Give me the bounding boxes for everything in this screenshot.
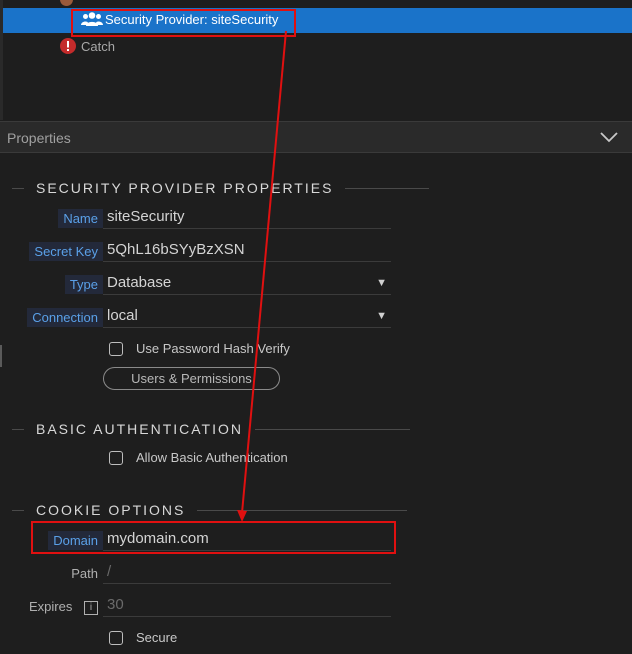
field-label: Secret Key: [29, 242, 103, 261]
section-title: SECURITY PROVIDER PROPERTIES: [36, 180, 334, 196]
expires-input[interactable]: 30: [103, 593, 391, 617]
field-label: Name: [58, 209, 103, 228]
checkbox-label: Use Password Hash Verify: [136, 341, 290, 356]
tree-item-label: Catch: [81, 38, 115, 54]
users-permissions-button[interactable]: Users & Permissions: [103, 367, 280, 390]
partial-node-icon: [60, 0, 73, 6]
field-label: Expires i: [24, 597, 103, 617]
secure-checkbox[interactable]: Secure: [109, 630, 177, 645]
checkbox-label: Allow Basic Authentication: [136, 450, 288, 465]
field-path: Path /: [0, 560, 400, 586]
field-expires: Expires i 30: [0, 593, 400, 619]
caret-down-icon: ▼: [376, 277, 387, 289]
field-label: Connection: [27, 308, 103, 327]
type-select[interactable]: Database ▼: [103, 271, 391, 295]
highlight-box-domain: [31, 521, 396, 554]
chevron-down-icon[interactable]: [600, 130, 618, 148]
expires-label-text: Expires: [29, 599, 73, 614]
field-name: Name siteSecurity: [0, 205, 400, 231]
field-secret-key: Secret Key 5QhL16bSYyBzXSN: [0, 238, 400, 264]
secret-key-input[interactable]: 5QhL16bSYyBzXSN: [103, 238, 391, 262]
highlight-box-provider: [71, 9, 296, 37]
field-label: Type: [64, 275, 103, 294]
select-value: local: [107, 307, 138, 324]
field-type: Type Database ▼: [0, 271, 400, 297]
tree-panel: Security Provider: siteSecurity Catch: [0, 0, 632, 120]
caret-down-icon: ▼: [376, 310, 387, 322]
checkbox-label: Secure: [136, 630, 178, 645]
error-icon: [57, 37, 79, 55]
section-basic-auth: BASIC AUTHENTICATION: [0, 420, 410, 438]
properties-header[interactable]: Properties: [0, 121, 632, 153]
name-input[interactable]: siteSecurity: [103, 205, 391, 229]
properties-title: Properties: [7, 130, 71, 146]
section-title: COOKIE OPTIONS: [36, 502, 186, 518]
section-title: BASIC AUTHENTICATION: [36, 421, 243, 437]
checkbox-box[interactable]: [109, 450, 123, 465]
field-connection: Connection local ▼: [0, 304, 400, 330]
info-icon[interactable]: i: [84, 600, 98, 615]
select-value: Database: [107, 274, 172, 291]
field-label: Path: [71, 566, 98, 581]
section-cookie-options: COOKIE OPTIONS: [0, 501, 408, 519]
allow-basic-auth-checkbox[interactable]: Allow Basic Authentication: [109, 450, 288, 465]
panel-resize-marker[interactable]: [0, 345, 2, 367]
checkbox-box[interactable]: [109, 630, 123, 645]
path-input[interactable]: /: [103, 560, 391, 584]
checkbox-box[interactable]: [109, 341, 123, 356]
section-security-provider: SECURITY PROVIDER PROPERTIES: [0, 179, 430, 197]
tree-item-catch[interactable]: Catch: [57, 37, 115, 55]
password-hash-checkbox[interactable]: Use Password Hash Verify: [109, 341, 290, 356]
connection-select[interactable]: local ▼: [103, 304, 391, 328]
